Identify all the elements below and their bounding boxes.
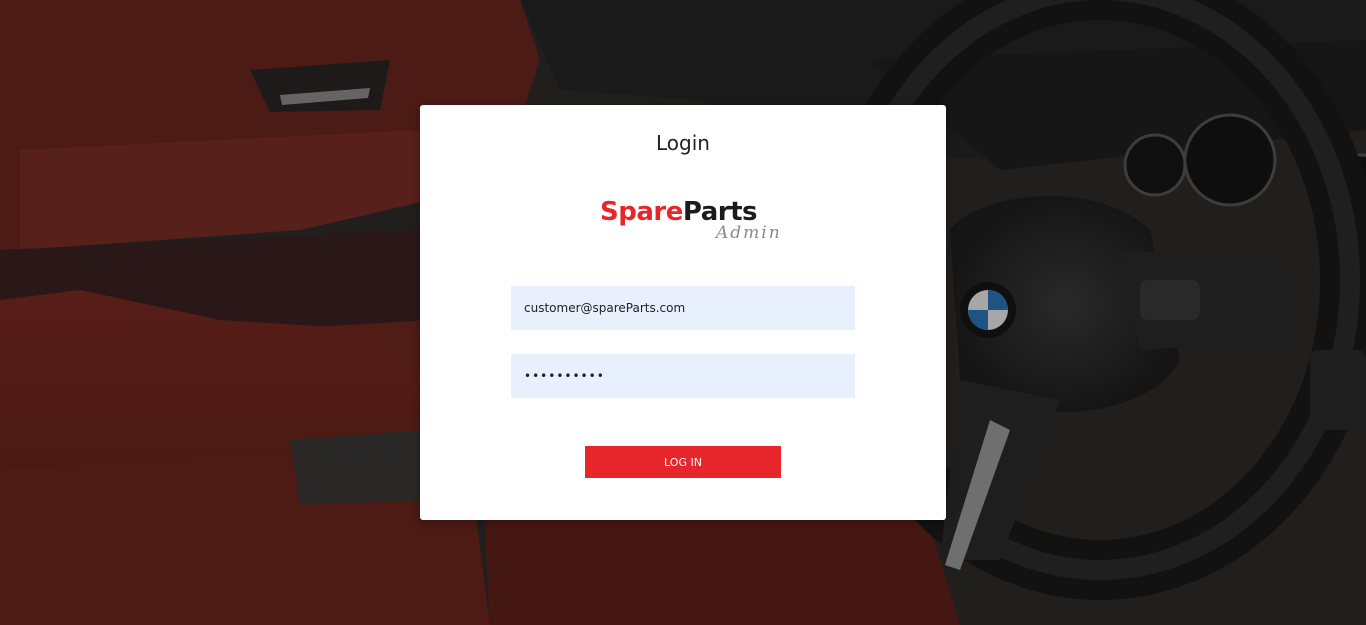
logo-admin-text: Admin (716, 223, 782, 243)
login-button[interactable]: LOG IN (585, 446, 781, 478)
password-input[interactable] (511, 354, 855, 398)
login-title: Login (656, 131, 710, 155)
logo-spare-text: Spare (600, 197, 683, 227)
login-card: Login SpareParts Admin LOG IN (420, 105, 946, 520)
email-input[interactable] (511, 286, 855, 330)
spareparts-logo: SpareParts Admin (600, 197, 780, 249)
